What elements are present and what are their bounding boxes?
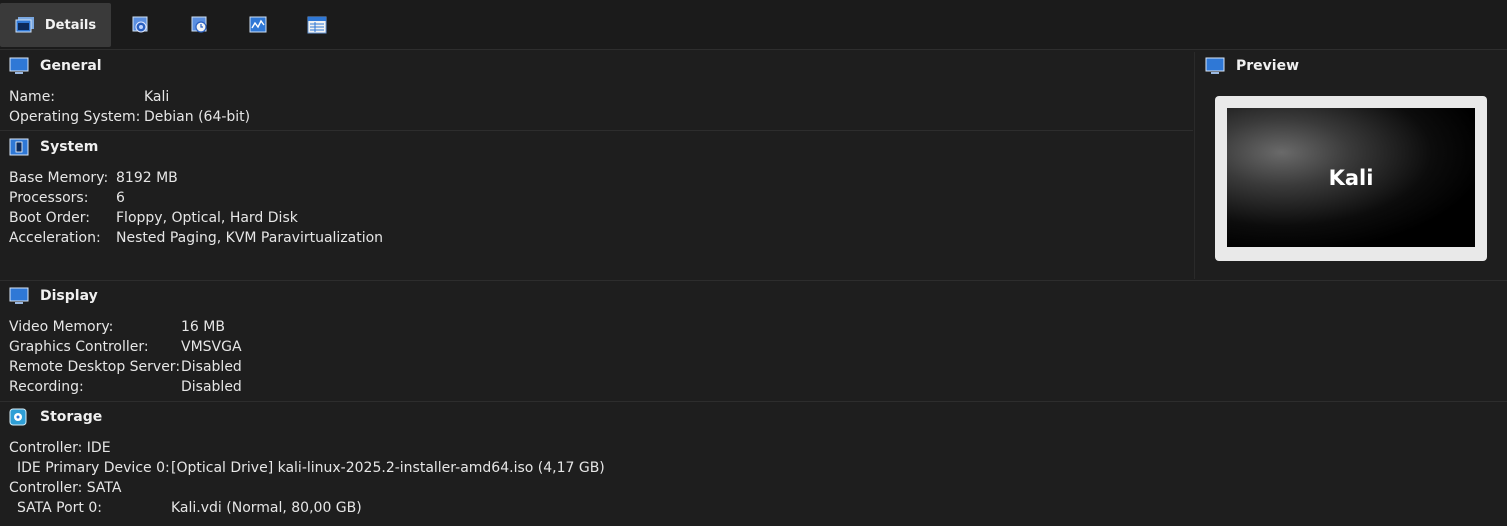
logs-icon [190,16,210,34]
activity-tab[interactable] [247,3,269,47]
preview-title: Preview [1236,58,1300,74]
section-divider [0,280,1507,281]
details-tab[interactable]: Details [0,3,111,47]
details-icon [15,16,35,34]
properties-tab[interactable] [306,3,328,47]
properties-icon [307,16,327,34]
details-tab-label: Details [44,17,97,33]
general-os-value: Debian (64-bit) [144,109,251,125]
monitor-icon [1205,57,1225,75]
system-title: System [40,139,99,155]
monitor-icon [9,57,29,75]
system-processors-value: 6 [116,190,125,206]
storage-ide-controller: Controller: IDE [9,440,111,456]
display-section-header[interactable]: Display [9,287,98,305]
section-divider [0,401,1507,402]
display-controller-value: VMSVGA [181,339,242,355]
general-name-value: Kali [144,89,170,105]
display-rds-label: Remote Desktop Server: [9,359,181,375]
storage-sata-controller: Controller: SATA [9,480,122,496]
display-vram-label: Video Memory: [9,319,114,335]
system-boot-label: Boot Order: [9,210,90,226]
system-accel-value: Nested Paging, KVM Paravirtualization [116,230,384,246]
chip-icon [9,138,29,156]
preview-vm-name: Kali [1328,165,1374,190]
storage-ide-device-value: [Optical Drive] kali-linux-2025.2-instal… [171,460,605,476]
display-recording-label: Recording: [9,379,84,395]
display-title: Display [40,288,98,304]
activity-icon [248,16,268,34]
storage-disk-icon [9,408,29,426]
preview-screen: Kali [1227,108,1475,247]
display-vram-value: 16 MB [181,319,225,335]
system-processors-label: Processors: [9,190,89,206]
general-os-label: Operating System: [9,109,141,125]
section-divider [0,130,1193,131]
system-memory-value: 8192 MB [116,170,178,186]
logs-tab[interactable] [189,3,211,47]
snapshots-tab[interactable] [130,3,152,47]
preview-section-header[interactable]: Preview [1205,57,1299,75]
general-section-header[interactable]: General [9,57,102,75]
general-title: General [40,58,102,74]
details-toolbar: Details [0,0,1507,50]
preview-frame: Kali [1215,96,1487,261]
display-controller-label: Graphics Controller: [9,339,149,355]
storage-title: Storage [40,409,103,425]
storage-sata-port-label: SATA Port 0: [17,500,102,516]
system-memory-label: Base Memory: [9,170,109,186]
preview-separator [1194,52,1195,279]
display-rds-value: Disabled [181,359,242,375]
system-section-header[interactable]: System [9,138,98,156]
storage-sata-port-value: Kali.vdi (Normal, 80,00 GB) [171,500,362,516]
system-accel-label: Acceleration: [9,230,101,246]
snapshots-icon [131,16,151,34]
storage-ide-device-label: IDE Primary Device 0: [17,460,170,476]
system-boot-value: Floppy, Optical, Hard Disk [116,210,298,226]
general-name-label: Name: [9,89,56,105]
monitor-icon [9,287,29,305]
storage-section-header[interactable]: Storage [9,408,102,426]
display-recording-value: Disabled [181,379,242,395]
